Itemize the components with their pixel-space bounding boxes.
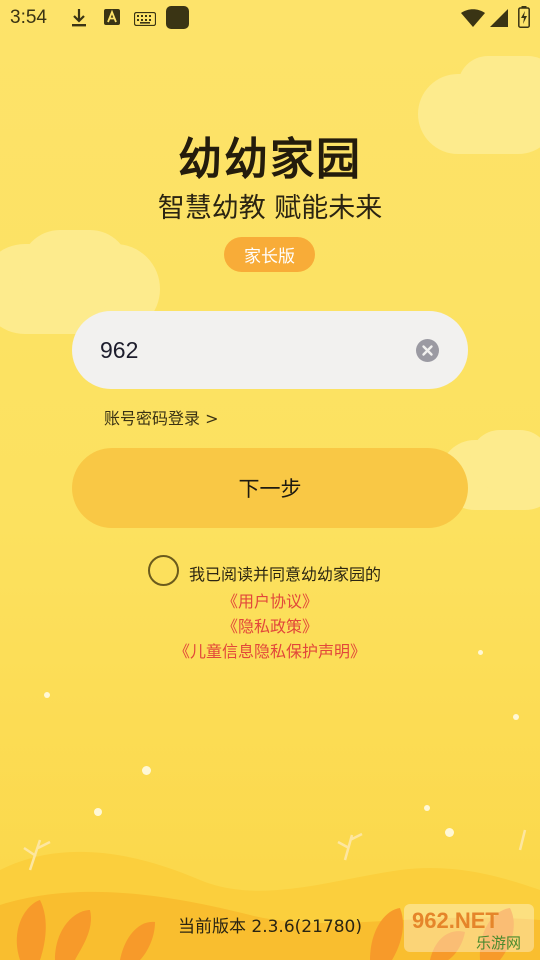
sparkle-dot [142, 766, 151, 775]
phone-input-container [72, 311, 468, 389]
status-bar: 3:54 [0, 0, 540, 36]
password-login-link[interactable]: 账号密码登录 > [104, 405, 219, 429]
phone-input[interactable] [100, 311, 400, 389]
sparkle-dot [513, 714, 519, 720]
app-square-icon [166, 6, 189, 33]
watermark-top-text: 962.NET [412, 908, 499, 933]
cloud-decoration [20, 230, 130, 310]
battery-icon [518, 6, 530, 32]
download-icon [70, 8, 88, 32]
site-watermark: 962.NET 乐游网 [404, 902, 536, 954]
edition-badge: 家长版 [224, 237, 315, 272]
agreement-checkbox[interactable] [148, 555, 179, 586]
wifi-icon [461, 9, 485, 31]
cloud-decoration [470, 430, 540, 490]
user-agreement-link[interactable]: 《用户协议》 [0, 588, 540, 612]
cloud-decoration [458, 56, 540, 116]
child-privacy-link[interactable]: 《儿童信息隐私保护声明》 [0, 638, 540, 662]
app-slogan: 智慧幼教 赋能未来 [157, 193, 383, 224]
watermark-bottom-text: 乐游网 [476, 934, 521, 952]
app-title: 幼幼家园 [178, 134, 362, 185]
status-time: 3:54 [10, 7, 47, 28]
font-a-icon [103, 8, 121, 30]
agreement-text: 我已阅读并同意幼幼家园的 [189, 565, 382, 584]
sparkle-dot [44, 692, 50, 698]
signal-icon [490, 9, 508, 31]
privacy-policy-link[interactable]: 《隐私政策》 [0, 613, 540, 637]
next-step-button[interactable]: 下一步 [72, 448, 468, 528]
clear-input-icon[interactable] [416, 339, 439, 362]
keyboard-icon [133, 11, 157, 30]
